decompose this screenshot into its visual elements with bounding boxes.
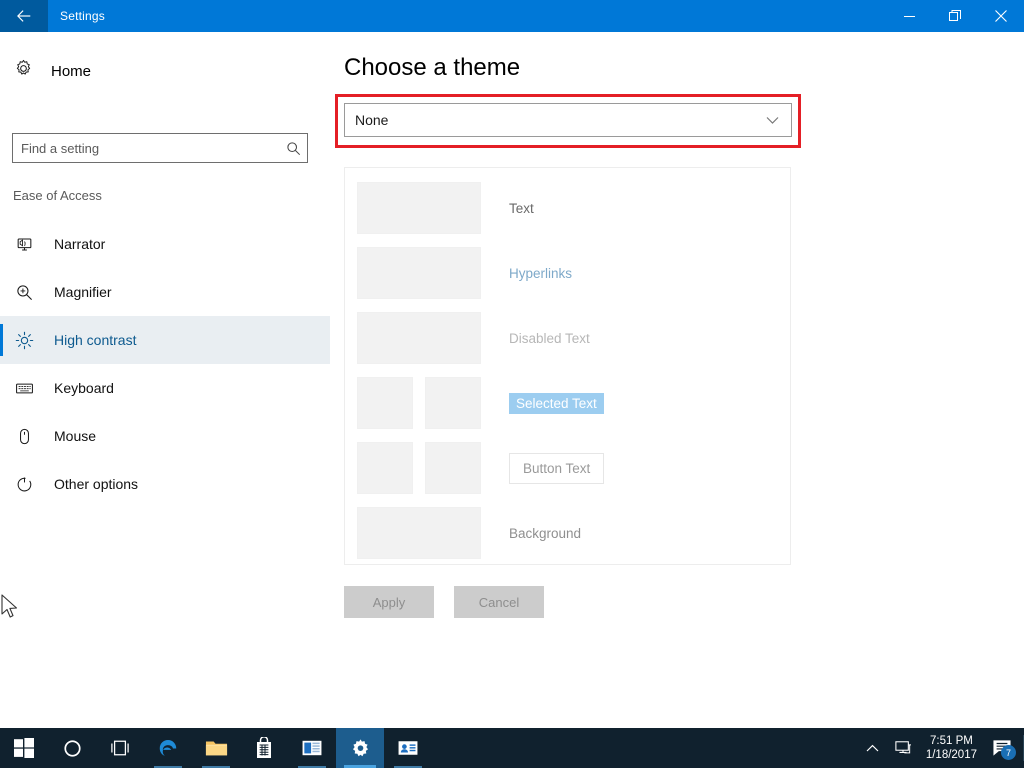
sidebar-item-keyboard[interactable]: Keyboard (0, 364, 330, 412)
clock-date: 1/18/2017 (926, 748, 977, 762)
preview-row-button-text: Button Text (357, 442, 604, 494)
settings-window: Settings (0, 0, 1024, 768)
gear-icon (14, 59, 33, 83)
sidebar-section-title: Ease of Access (13, 188, 102, 203)
theme-dropdown[interactable]: None (344, 103, 792, 137)
clock-time: 7:51 PM (930, 734, 973, 748)
network-icon (894, 740, 912, 756)
sidebar-item-magnifier[interactable]: Magnifier (0, 268, 330, 316)
store-icon (254, 737, 274, 759)
narrator-icon (14, 235, 34, 254)
theme-preview-panel: Text Hyperlinks Disabled Text Selected T… (344, 167, 791, 565)
gear-icon (350, 738, 371, 759)
notification-badge: 7 (1001, 745, 1016, 760)
cancel-button[interactable]: Cancel (454, 586, 544, 618)
contacts-button[interactable] (384, 728, 432, 768)
task-view-button[interactable] (96, 728, 144, 768)
store-button[interactable] (240, 728, 288, 768)
settings-sidebar: Home Ease of Access (0, 32, 330, 728)
sidebar-item-home[interactable]: Home (14, 56, 214, 86)
action-buttons: Apply Cancel (344, 586, 544, 618)
other-options-icon (14, 475, 34, 494)
close-button[interactable] (978, 0, 1024, 32)
task-view-icon (109, 739, 131, 757)
minimize-button[interactable] (886, 0, 932, 32)
sidebar-item-label: Magnifier (54, 284, 112, 300)
preview-swatch (357, 247, 481, 299)
preview-swatch (425, 377, 481, 429)
preview-label: Background (509, 526, 581, 541)
page-title: Choose a theme (344, 54, 520, 82)
edge-button[interactable] (144, 728, 192, 768)
news-app-icon (301, 739, 323, 757)
preview-swatch (357, 312, 481, 364)
search-box[interactable] (12, 133, 308, 163)
preview-swatch (357, 182, 481, 234)
taskbar: 7:51 PM 1/18/2017 7 (0, 728, 1024, 768)
preview-label: Hyperlinks (509, 266, 572, 281)
file-explorer-button[interactable] (192, 728, 240, 768)
cortana-button[interactable] (48, 728, 96, 768)
preview-swatch (357, 507, 481, 559)
preview-label: Disabled Text (509, 331, 590, 346)
preview-label: Selected Text (509, 393, 604, 414)
theme-selected-value: None (355, 112, 763, 128)
sidebar-item-label: Narrator (54, 236, 105, 252)
settings-button[interactable] (336, 728, 384, 768)
preview-row-hyperlinks: Hyperlinks (357, 247, 572, 299)
start-button[interactable] (0, 728, 48, 768)
search-icon (279, 141, 307, 156)
magnifier-icon (14, 283, 34, 302)
sidebar-item-label: High contrast (54, 332, 136, 348)
sidebar-item-label: Mouse (54, 428, 96, 444)
restore-icon (949, 10, 961, 22)
sidebar-item-high-contrast[interactable]: High contrast (0, 316, 330, 364)
chevron-up-icon (866, 744, 879, 753)
show-hidden-icons-button[interactable] (858, 728, 888, 768)
minimize-icon (904, 11, 915, 22)
network-button[interactable] (888, 728, 918, 768)
apply-button[interactable]: Apply (344, 586, 434, 618)
window-controls (886, 0, 1024, 32)
preview-row-selected-text: Selected Text (357, 377, 604, 429)
clock[interactable]: 7:51 PM 1/18/2017 (918, 728, 985, 768)
system-tray: 7:51 PM 1/18/2017 7 (858, 728, 1024, 768)
keyboard-icon (14, 379, 34, 398)
sidebar-item-mouse[interactable]: Mouse (0, 412, 330, 460)
brightness-icon (14, 331, 34, 350)
search-input[interactable] (13, 141, 279, 156)
mouse-icon (14, 427, 34, 446)
window-title: Settings (60, 9, 105, 23)
sidebar-item-label: Keyboard (54, 380, 114, 396)
preview-swatch (425, 442, 481, 494)
sidebar-item-narrator[interactable]: Narrator (0, 220, 330, 268)
chevron-down-icon (763, 116, 781, 125)
sidebar-nav-list: Narrator Magnifier (0, 220, 330, 508)
circle-icon (63, 739, 82, 758)
maximize-button[interactable] (932, 0, 978, 32)
back-button[interactable] (0, 0, 48, 32)
back-arrow-icon (15, 7, 33, 25)
close-icon (995, 10, 1007, 22)
preview-button[interactable]: Button Text (509, 453, 604, 484)
preview-swatch (357, 377, 413, 429)
home-label: Home (51, 63, 91, 80)
edge-icon (157, 737, 179, 759)
windows-logo-icon (14, 738, 34, 758)
preview-label: Text (509, 201, 534, 216)
preview-row-background: Background (357, 507, 581, 559)
sidebar-item-other-options[interactable]: Other options (0, 460, 330, 508)
mouse-cursor (0, 594, 20, 620)
action-center-button[interactable]: 7 (985, 728, 1019, 768)
preview-row-text: Text (357, 182, 534, 234)
news-button[interactable] (288, 728, 336, 768)
folder-icon (205, 738, 228, 758)
preview-row-disabled-text: Disabled Text (357, 312, 590, 364)
preview-swatch (357, 442, 413, 494)
contacts-icon (397, 739, 419, 757)
title-bar: Settings (0, 0, 1024, 32)
settings-content: Choose a theme None Text Hyperlinks (330, 32, 1024, 728)
sidebar-item-label: Other options (54, 476, 138, 492)
